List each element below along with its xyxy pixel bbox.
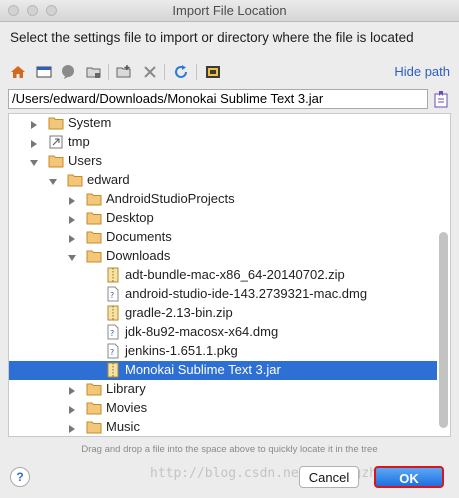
tree-item-label: android-studio-ide-143.2739321-mac.dmg [125, 286, 368, 301]
tree-item-label: tmp [68, 134, 90, 149]
tree-folder-row[interactable]: Users [9, 152, 437, 171]
hide-path-link[interactable]: Hide path [394, 64, 450, 79]
path-field[interactable]: /Users/edward/Downloads/Monokai Sublime … [8, 89, 428, 109]
tree-file-row[interactable]: ? android-studio-ide-143.2739321-mac.dmg [9, 285, 437, 304]
tree-file-row[interactable]: gradle-2.13-bin.zip [9, 304, 437, 323]
collapsed-arrow-icon[interactable] [67, 213, 77, 224]
folder-icon [86, 248, 102, 264]
cancel-button[interactable]: Cancel [299, 466, 359, 488]
tree-item-label: Users [68, 153, 102, 168]
folder-icon [86, 210, 102, 226]
home-icon[interactable] [8, 62, 28, 82]
tree-folder-row[interactable]: tmp [9, 133, 437, 152]
archive-icon [105, 267, 121, 283]
help-button[interactable]: ? [10, 467, 30, 487]
expanded-arrow-icon[interactable] [48, 175, 58, 185]
collapsed-arrow-icon[interactable] [29, 118, 39, 129]
title-bar: Import File Location [0, 0, 459, 22]
path-history-icon [434, 91, 448, 108]
module-icon[interactable] [84, 62, 104, 82]
folder-icon [86, 229, 102, 245]
archive-icon [105, 362, 121, 378]
tree-item-label: edward [87, 172, 130, 187]
svg-text:?: ? [110, 348, 114, 357]
refresh-icon[interactable] [171, 62, 191, 82]
tree-item-label: Music [106, 419, 140, 434]
new-folder-icon[interactable] [114, 62, 134, 82]
expanded-arrow-icon[interactable] [29, 156, 39, 166]
tree-folder-row[interactable]: edward [9, 171, 437, 190]
tree-item-label: Movies [106, 400, 148, 415]
toolbar [8, 60, 451, 84]
collapsed-arrow-icon[interactable] [67, 422, 77, 433]
collapsed-arrow-icon[interactable] [67, 403, 77, 414]
tree-folder-row[interactable]: Downloads [9, 247, 437, 266]
tree-file-row[interactable]: Monokai Sublime Text 3.jar [9, 361, 437, 380]
project-icon[interactable] [58, 62, 78, 82]
alias-folder-icon [48, 134, 64, 150]
archive-icon [105, 305, 121, 321]
tree-item-label: Downloads [106, 248, 171, 263]
ok-button[interactable]: OK [374, 466, 444, 488]
folder-icon [86, 381, 102, 397]
collapsed-arrow-icon[interactable] [67, 232, 77, 243]
desktop-icon[interactable] [34, 62, 54, 82]
collapsed-arrow-icon[interactable] [67, 194, 77, 205]
collapsed-arrow-icon[interactable] [67, 384, 77, 395]
path-history-button[interactable] [433, 89, 449, 109]
tree-folder-row[interactable]: AndroidStudioProjects [9, 190, 437, 209]
file-icon: ? [105, 324, 121, 340]
tree-file-row[interactable]: adt-bundle-mac-x86_64-20140702.zip [9, 266, 437, 285]
tree-folder-row[interactable]: Music [9, 418, 437, 436]
dialog-description: Select the settings file to import or di… [10, 30, 414, 45]
tree-file-row[interactable]: ? jenkins-1.651.1.pkg [9, 342, 437, 361]
tree-folder-row[interactable]: Library [9, 380, 437, 399]
tree-item-label: jenkins-1.651.1.pkg [125, 343, 238, 358]
folder-icon [86, 400, 102, 416]
file-icon: ? [105, 343, 121, 359]
import-file-location-dialog: { "window": {"title": "Import File Locat… [0, 0, 459, 498]
folder-icon [86, 191, 102, 207]
tree-item-label: System [68, 115, 112, 130]
svg-text:?: ? [110, 291, 114, 300]
tree-item-label: Library [106, 381, 146, 396]
tree-item-label: AndroidStudioProjects [106, 191, 235, 206]
drag-drop-hint: Drag and drop a file into the space abov… [81, 444, 378, 455]
tree-item-label: gradle-2.13-bin.zip [125, 305, 233, 320]
tree-item-label: jdk-8u92-macosx-x64.dmg [125, 324, 279, 339]
folder-icon [67, 172, 83, 188]
tree-folder-row[interactable]: Documents [9, 228, 437, 247]
tree-item-label: Monokai Sublime Text 3.jar [125, 362, 281, 377]
file-tree[interactable]: Music Movies Library Monokai Sublime Text 3… [8, 113, 451, 437]
tree-item-label: Documents [106, 229, 172, 244]
file-icon: ? [105, 286, 121, 302]
collapsed-arrow-icon[interactable] [29, 137, 39, 148]
tree-folder-row[interactable]: Movies [9, 399, 437, 418]
tree-item-label: Desktop [106, 210, 154, 225]
tree-folder-row[interactable]: Desktop [9, 209, 437, 228]
folder-icon [48, 115, 64, 131]
delete-icon[interactable] [140, 62, 160, 82]
tree-item-label: adt-bundle-mac-x86_64-20140702.zip [125, 267, 345, 282]
tree-scrollbar[interactable] [439, 232, 448, 428]
show-hidden-icon[interactable] [203, 62, 223, 82]
tree-file-row[interactable]: ? jdk-8u92-macosx-x64.dmg [9, 323, 437, 342]
expanded-arrow-icon[interactable] [67, 251, 77, 261]
svg-text:?: ? [110, 329, 114, 338]
folder-icon [48, 153, 64, 169]
folder-icon [86, 419, 102, 435]
tree-folder-row[interactable]: System [9, 114, 437, 133]
window-title: Import File Location [172, 3, 287, 18]
